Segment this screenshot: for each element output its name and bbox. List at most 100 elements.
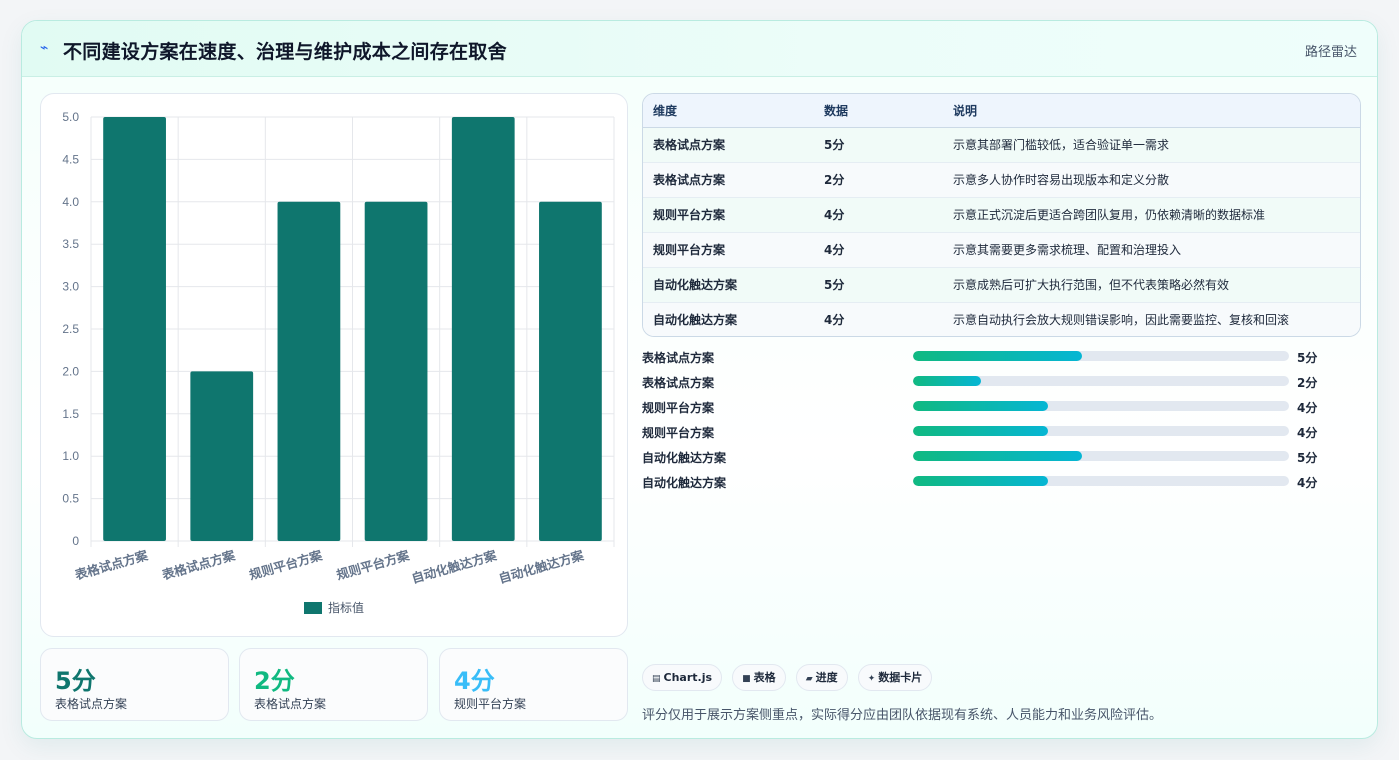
- cell-score: 4分: [814, 231, 943, 267]
- dashboard-card: ⌁ 不同建设方案在速度、治理与维护成本之间存在取舍 路径雷达 5.0 4.5 4.0…: [21, 20, 1378, 739]
- chip-label: 数据卡片: [878, 671, 923, 684]
- progress-fill: [913, 401, 1049, 411]
- chip-progress[interactable]: ▰ 进度: [795, 664, 848, 691]
- progress-row: 自动化触达方案 5分: [642, 447, 1361, 472]
- bar: [190, 371, 254, 541]
- legend-label: 指标值: [328, 600, 364, 615]
- progress-label: 规则平台方案: [642, 426, 715, 440]
- bar: [103, 117, 166, 541]
- y-tick-label: 3.0: [62, 280, 79, 294]
- cell-dimension: 自动化触达方案: [643, 301, 814, 336]
- footnote: 评分仅用于展示方案侧重点，实际得分应由团队依据现有系统、人员能力和业务风险评估。: [642, 708, 1163, 723]
- kpi-card: 5分 表格试点方案: [40, 648, 229, 721]
- progress-fill: [913, 426, 1049, 436]
- cell-note: 示意多人协作时容易出现版本和定义分散: [943, 161, 1360, 197]
- cell-dimension: 规则平台方案: [643, 196, 814, 232]
- progress-list: 表格试点方案 5分 表格试点方案 2分 规则平台方案 4分 规则平台方案 4分 …: [642, 347, 1361, 497]
- progress-score: 4分: [1297, 476, 1318, 490]
- bar: [277, 201, 341, 542]
- progress-score: 4分: [1297, 426, 1318, 440]
- progress-row: 规则平台方案 4分: [642, 397, 1361, 422]
- progress-fill: [913, 376, 981, 386]
- cell-note: 示意自动执行会放大规则错误影响，因此需要监控、复核和回滚: [943, 301, 1360, 336]
- progress-label: 表格试点方案: [642, 351, 715, 365]
- progress-label: 自动化触达方案: [642, 476, 727, 490]
- legend-swatch: [304, 602, 322, 614]
- kpi-card: 4分 规则平台方案: [439, 648, 628, 721]
- progress-row: 自动化触达方案 4分: [642, 472, 1361, 497]
- y-tick-label: 5.0: [62, 110, 79, 124]
- bar: [451, 117, 515, 541]
- y-tick-label: 4.0: [62, 195, 79, 209]
- cell-dimension: 自动化触达方案: [643, 266, 814, 302]
- bolt-icon: ⌁: [40, 40, 49, 56]
- kpi-label: 表格试点方案: [254, 697, 327, 711]
- table-row: 规则平台方案 4分 示意正式沉淀后更适合跨团队复用，仍依赖清晰的数据标准: [643, 196, 1360, 232]
- progress-track: [913, 426, 1289, 436]
- y-tick-label: 3.5: [62, 237, 79, 251]
- bar-chart: 5.04.54.03.53.02.52.01.51.00.50表格试点方案 表格试…: [62, 110, 615, 615]
- chip-label: 进度: [815, 671, 838, 684]
- x-tick-label: 规则平台方案: [247, 547, 324, 582]
- progress-score: 5分: [1297, 351, 1318, 365]
- chip-chartjs[interactable]: ▤ Chart.js: [642, 664, 723, 691]
- kpi-card: 2分 表格试点方案: [239, 648, 428, 721]
- cell-dimension: 表格试点方案: [643, 161, 814, 197]
- y-tick-label: 0: [72, 534, 79, 548]
- cell-score: 2分: [814, 161, 943, 197]
- x-tick-label: 自动化触达方案: [497, 547, 586, 586]
- y-tick-label: 4.5: [62, 152, 79, 166]
- table-row: 自动化触达方案 4分 示意自动执行会放大规则错误影响，因此需要监控、复核和回滚: [643, 301, 1360, 336]
- chip-label: Chart.js: [663, 671, 713, 684]
- table-row: 自动化触达方案 5分 示意成熟后可扩大执行范围，但不代表策略必然有效: [643, 266, 1360, 302]
- progress-row: 表格试点方案 5分: [642, 347, 1361, 372]
- progress-label: 规则平台方案: [642, 401, 715, 415]
- progress-fill: [913, 451, 1083, 461]
- kpi-label: 表格试点方案: [55, 697, 128, 711]
- progress-track: [913, 376, 1289, 386]
- data-table: 维度 数据 说明 表格试点方案 5分 示意其部署门槛较低，适合验证单一需求 表格…: [642, 93, 1361, 337]
- table-icon: ■: [742, 674, 751, 684]
- chip-label: 表格: [753, 671, 776, 684]
- cell-note: 示意正式沉淀后更适合跨团队复用，仍依赖清晰的数据标准: [943, 196, 1360, 232]
- bar: [539, 201, 602, 542]
- progress-icon: ▰: [805, 674, 813, 684]
- table-row: 表格试点方案 5分 示意其部署门槛较低，适合验证单一需求: [643, 126, 1360, 162]
- x-tick-label: 规则平台方案: [335, 547, 412, 582]
- page-title: 不同建设方案在速度、治理与维护成本之间存在取舍: [63, 41, 507, 63]
- cell-dimension: 表格试点方案: [643, 126, 814, 162]
- x-tick-label: 表格试点方案: [72, 547, 150, 583]
- progress-row: 规则平台方案 4分: [642, 422, 1361, 447]
- cell-score: 4分: [814, 301, 943, 336]
- progress-score: 4分: [1297, 401, 1318, 415]
- cell-score: 4分: [814, 196, 943, 232]
- y-tick-label: 2.5: [62, 322, 79, 336]
- cell-dimension: 规则平台方案: [643, 231, 814, 267]
- table-header-row: 维度 数据 说明: [643, 94, 1360, 128]
- progress-score: 5分: [1297, 451, 1318, 465]
- kpi-value: 4分: [454, 667, 495, 695]
- cell-note: 示意其部署门槛较低，适合验证单一需求: [943, 126, 1360, 162]
- progress-label: 表格试点方案: [642, 376, 715, 390]
- y-tick-label: 2.0: [62, 364, 79, 378]
- kpi-value: 5分: [55, 667, 96, 695]
- progress-fill: [913, 351, 1083, 361]
- chart-icon: ▤: [652, 674, 661, 684]
- table-row: 表格试点方案 2分 示意多人协作时容易出现版本和定义分散: [643, 161, 1360, 197]
- cell-note: 示意其需要更多需求梳理、配置和治理投入: [943, 231, 1360, 267]
- x-tick-label: 自动化触达方案: [410, 547, 499, 586]
- progress-fill: [913, 476, 1049, 486]
- bar: [364, 201, 428, 542]
- tech-chips: ▤ Chart.js ■ 表格 ▰ 进度 ✦ 数据卡片: [642, 664, 937, 692]
- header-tag: 路径雷达: [1304, 45, 1357, 60]
- chip-table[interactable]: ■ 表格: [732, 664, 786, 691]
- table-row: 规则平台方案 4分 示意其需要更多需求梳理、配置和治理投入: [643, 231, 1360, 267]
- header-bar: ⌁ 不同建设方案在速度、治理与维护成本之间存在取舍 路径雷达: [22, 21, 1377, 77]
- column-header: 说明: [943, 94, 1360, 128]
- progress-row: 表格试点方案 2分: [642, 372, 1361, 397]
- chip-data-card[interactable]: ✦ 数据卡片: [857, 664, 933, 691]
- sparkle-icon: ✦: [867, 674, 876, 684]
- progress-track: [913, 451, 1289, 461]
- y-tick-label: 1.5: [62, 407, 79, 421]
- progress-track: [913, 401, 1289, 411]
